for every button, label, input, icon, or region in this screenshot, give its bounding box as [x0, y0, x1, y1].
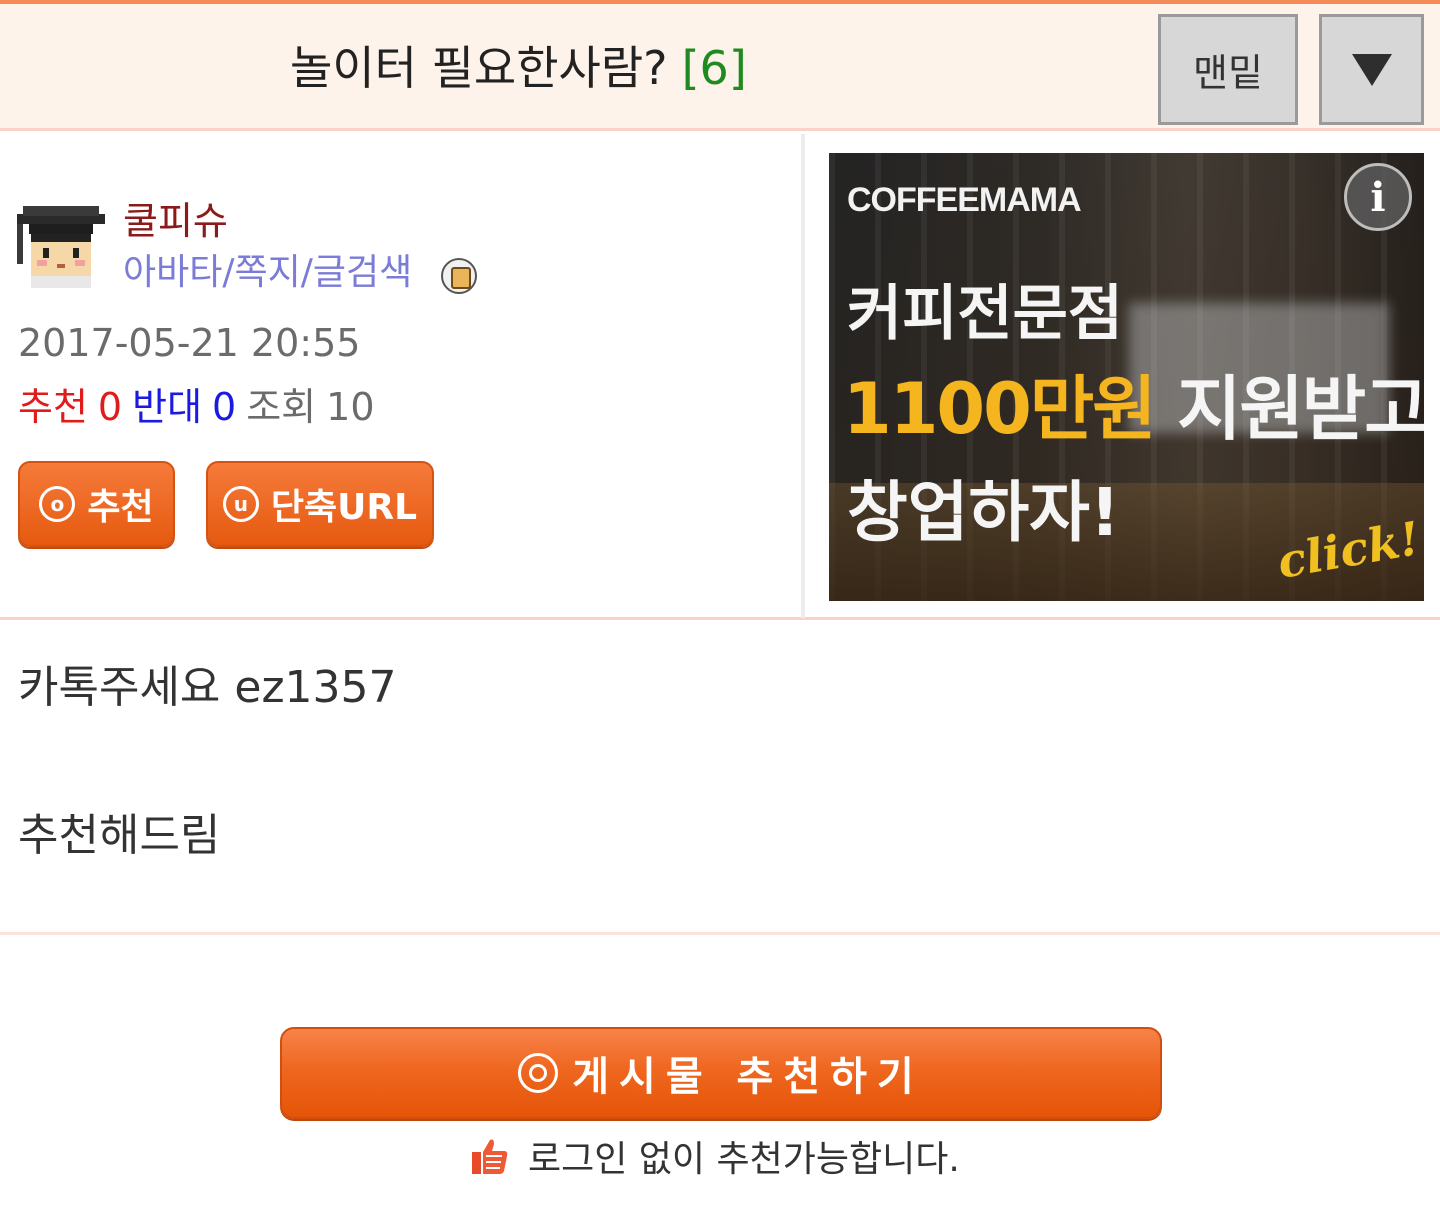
url-circle-icon: u: [222, 486, 259, 522]
ad-headline-2: 1100만원 지원받고: [843, 353, 1424, 454]
views-count: 10: [326, 385, 375, 429]
ad-headline-1: 커피전문점: [847, 279, 1123, 349]
vertical-divider: [801, 134, 805, 618]
recommend-button-label: 추천: [87, 487, 154, 528]
author-name[interactable]: 쿨피슈: [123, 198, 228, 244]
down-triangle-icon: [1351, 53, 1392, 86]
ad-brand: COFFEEMAMA: [847, 181, 1082, 219]
graduate-avatar-icon[interactable]: [17, 202, 105, 288]
recommend-label: 추천: [18, 385, 88, 429]
post-view: 놀이터 필요한사람? [6] 맨밑 쿨피슈 아바타/쪽지/글검색 2017-05-…: [0, 0, 1440, 1215]
post-info: 쿨피슈 아바타/쪽지/글검색 2017-05-21 20:55 추천 0 반대 0 조회…: [0, 134, 1440, 620]
recommend-count: 0: [97, 385, 123, 429]
body-separator: [0, 932, 1440, 935]
post-header: 놀이터 필요한사람? [6] 맨밑: [0, 4, 1440, 131]
comment-count[interactable]: [6]: [682, 41, 747, 95]
level-badge-icon: [441, 258, 477, 294]
recommend-note-text: 로그인 없이 추천가능합니다.: [528, 1139, 960, 1180]
post-recommend-button[interactable]: 게시물 추천하기: [280, 1027, 1162, 1119]
post-title-text: 놀이터 필요한사람?: [290, 41, 668, 95]
oppose-label: 반대: [132, 385, 203, 429]
dropdown-button[interactable]: [1319, 14, 1424, 125]
recommend-circle-icon: o: [39, 486, 76, 522]
author-links[interactable]: 아바타/쪽지/글검색: [123, 250, 412, 296]
post-title: 놀이터 필요한사람? [6]: [290, 40, 747, 96]
ad-headline-2-rest: 지원받고: [1177, 368, 1424, 450]
ad-info-icon[interactable]: i: [1344, 163, 1412, 231]
post-body-line-2: 추천해드림: [18, 810, 221, 861]
short-url-button-label: 단축URL: [270, 487, 418, 528]
post-recommend-button-label: 게시물 추천하기: [572, 1054, 924, 1100]
recommend-button[interactable]: o 추천: [18, 461, 175, 547]
scroll-to-bottom-button[interactable]: 맨밑: [1158, 14, 1298, 125]
post-body-line-1: 카톡주세요 ez1357: [18, 662, 397, 713]
recommend-note: 로그인 없이 추천가능합니다.: [470, 1132, 960, 1180]
oppose-count: 0: [212, 385, 237, 429]
ad-headline-3: 창업하자!: [847, 474, 1120, 551]
ad-banner[interactable]: COFFEEMAMA i 커피전문점 1100만원 지원받고 창업하자! cli…: [829, 153, 1424, 601]
recommend-target-icon: [518, 1053, 559, 1093]
thumbs-up-icon: [472, 1139, 508, 1174]
short-url-button[interactable]: u 단축URL: [206, 461, 434, 547]
ad-highlight-amount: 1100만원: [843, 368, 1157, 450]
views-label: 조회: [246, 385, 317, 429]
post-date: 2017-05-21 20:55: [18, 321, 361, 365]
post-stats: 추천 0 반대 0 조회 10: [18, 384, 385, 430]
